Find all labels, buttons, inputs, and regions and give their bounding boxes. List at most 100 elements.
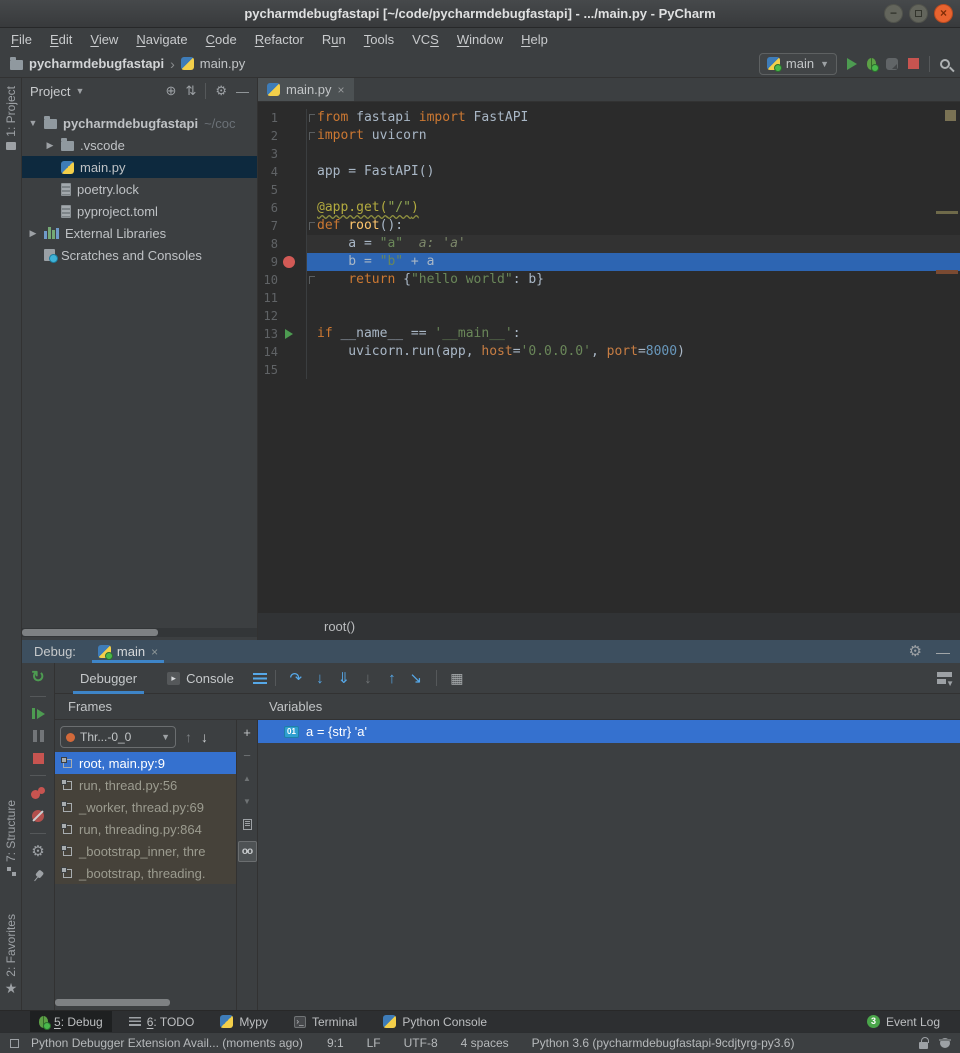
- collapse-all-icon[interactable]: ⇅: [185, 83, 196, 99]
- variable-row[interactable]: 01a = {str} 'a': [258, 720, 960, 743]
- toolwindow-button-event-log[interactable]: 3Event Log: [858, 1011, 952, 1033]
- chevron-down-icon[interactable]: ▼: [75, 86, 84, 96]
- sidebar-item-favorites[interactable]: 2: Favorites ★: [0, 914, 22, 994]
- hide-panel-icon[interactable]: —: [936, 644, 950, 660]
- toolwindow-button-6-todo[interactable]: 6: TODO: [120, 1011, 204, 1033]
- tree-item-main-py[interactable]: main.py: [22, 156, 257, 178]
- step-into-my-code-icon[interactable]: ⇓: [332, 669, 356, 687]
- maximize-icon[interactable]: [909, 4, 928, 23]
- tree-item-poetry-lock[interactable]: poetry.lock: [22, 178, 257, 200]
- code-line-5[interactable]: [307, 181, 960, 199]
- duplicate-watch-icon[interactable]: [243, 819, 252, 830]
- restore-layout-menu-icon[interactable]: [253, 673, 267, 684]
- debug-session-tab[interactable]: main ×: [92, 640, 164, 663]
- inspection-profile-icon[interactable]: [940, 1038, 950, 1048]
- indent-setting[interactable]: 4 spaces: [461, 1036, 509, 1050]
- tree-item-vscode[interactable]: ▶.vscode: [22, 134, 257, 156]
- rerun-icon[interactable]: ↻: [31, 671, 44, 685]
- next-frame-icon[interactable]: ↓: [201, 729, 208, 745]
- close-session-icon[interactable]: ×: [151, 645, 158, 659]
- lock-icon[interactable]: [919, 1042, 928, 1049]
- gear-icon[interactable]: ⚙: [909, 645, 922, 659]
- close-icon[interactable]: ×: [934, 4, 953, 23]
- line-separator[interactable]: LF: [367, 1036, 381, 1050]
- menu-item-code[interactable]: Code: [197, 32, 246, 47]
- breadcrumb-project[interactable]: pycharmdebugfastapi: [29, 56, 164, 71]
- code-line-3[interactable]: [307, 145, 960, 163]
- resume-program-icon[interactable]: [32, 708, 45, 719]
- frame-row-bootstrap-threading[interactable]: _bootstrap, threading.: [55, 862, 236, 884]
- code-line-11[interactable]: [307, 289, 960, 307]
- previous-frame-icon[interactable]: ↑: [185, 729, 192, 745]
- toolwindow-toggle-icon[interactable]: [10, 1039, 19, 1048]
- step-over-icon[interactable]: ↷: [284, 669, 308, 687]
- menu-item-run[interactable]: Run: [313, 32, 355, 47]
- code-line-4[interactable]: app = FastAPI(): [307, 163, 960, 181]
- code-editor[interactable]: 1from fastapi import FastAPI2import uvic…: [258, 103, 960, 613]
- run-to-cursor-icon[interactable]: ↘: [404, 669, 428, 687]
- show-watches-toggle-icon[interactable]: oo: [238, 841, 257, 862]
- code-line-2[interactable]: import uvicorn: [307, 127, 960, 145]
- horizontal-scrollbar[interactable]: [22, 628, 257, 637]
- breakpoint-stripe-mark[interactable]: [936, 270, 958, 274]
- view-breakpoints-icon[interactable]: [31, 787, 45, 799]
- move-down-icon[interactable]: ▼: [243, 796, 251, 808]
- frame-row-run-threading-py-864[interactable]: run, threading.py:864: [55, 818, 236, 840]
- chevron-right-icon[interactable]: ▶: [45, 140, 55, 151]
- code-line-15[interactable]: [307, 361, 960, 379]
- code-line-10[interactable]: return {"hello world": b}: [307, 271, 960, 289]
- search-icon[interactable]: [940, 59, 950, 69]
- settings-gear-icon[interactable]: ⚙: [31, 845, 44, 859]
- breakpoint-icon[interactable]: [283, 256, 295, 268]
- toolwindow-button-terminal[interactable]: ›_Terminal: [285, 1011, 366, 1033]
- menu-item-view[interactable]: View: [81, 32, 127, 47]
- menu-item-refactor[interactable]: Refactor: [246, 32, 313, 47]
- code-line-8[interactable]: a = "a" a: 'a': [307, 235, 960, 253]
- step-out-icon[interactable]: ↑: [380, 670, 404, 687]
- menu-item-navigate[interactable]: Navigate: [127, 32, 196, 47]
- run-button[interactable]: [847, 58, 857, 70]
- chevron-right-icon[interactable]: ▶: [28, 228, 38, 239]
- menu-item-window[interactable]: Window: [448, 32, 512, 47]
- tree-item-pycharmdebugfastapi[interactable]: ▼pycharmdebugfastapi~/coc: [22, 112, 257, 134]
- pin-tab-icon[interactable]: [30, 868, 47, 885]
- horizontal-scrollbar[interactable]: [55, 999, 170, 1006]
- tree-item-external-libraries[interactable]: ▶External Libraries: [22, 222, 257, 244]
- pause-program-icon[interactable]: [33, 730, 44, 742]
- tab-console[interactable]: ▸ Console: [156, 663, 245, 694]
- sidebar-item-project[interactable]: 1: Project: [0, 86, 22, 150]
- code-line-9[interactable]: b = "b" + a: [307, 253, 960, 271]
- tree-item-pyproject-toml[interactable]: pyproject.toml: [22, 200, 257, 222]
- fold-marker-icon[interactable]: [309, 132, 315, 140]
- stop-button[interactable]: [908, 58, 919, 69]
- tree-item-scratches-and-consoles[interactable]: Scratches and Consoles: [22, 244, 257, 266]
- tab-main-py[interactable]: main.py ×: [258, 78, 354, 101]
- tab-debugger[interactable]: Debugger: [69, 663, 148, 694]
- menu-item-edit[interactable]: Edit: [41, 32, 81, 47]
- toolwindow-button-5-debug[interactable]: 5: Debug: [30, 1011, 112, 1033]
- toolwindow-button-python-console[interactable]: Python Console: [374, 1011, 496, 1033]
- debug-button[interactable]: [867, 58, 876, 70]
- fold-marker-icon[interactable]: [309, 222, 315, 230]
- interpreter-info[interactable]: Python 3.6 (pycharmdebugfastapi-9cdjtyrg…: [532, 1036, 795, 1050]
- minimize-icon[interactable]: −: [884, 4, 903, 23]
- breadcrumb-file[interactable]: main.py: [200, 56, 246, 71]
- code-line-6[interactable]: @app.get("/"): [307, 199, 960, 217]
- frame-row-worker-thread-py-69[interactable]: _worker, thread.py:69: [55, 796, 236, 818]
- mute-breakpoints-icon[interactable]: [32, 810, 44, 822]
- fold-marker-icon[interactable]: [309, 276, 315, 284]
- locate-icon[interactable]: ⊕: [166, 83, 177, 99]
- menu-item-vcs[interactable]: VCS: [403, 32, 448, 47]
- code-line-7[interactable]: def root():: [307, 217, 960, 235]
- frame-row-run-thread-py-56[interactable]: run, thread.py:56: [55, 774, 236, 796]
- code-line-1[interactable]: from fastapi import FastAPI: [307, 109, 960, 127]
- chevron-down-icon[interactable]: ▼: [28, 118, 38, 128]
- force-step-into-icon[interactable]: ↓: [356, 670, 380, 687]
- code-line-13[interactable]: if __name__ == '__main__':: [307, 325, 960, 343]
- gear-icon[interactable]: ⚙: [215, 84, 227, 98]
- menu-item-file[interactable]: File: [2, 32, 41, 47]
- inspection-status-square[interactable]: [945, 110, 956, 121]
- step-into-icon[interactable]: ↓: [308, 670, 332, 687]
- run-line-icon[interactable]: [285, 329, 293, 339]
- run-config-selector[interactable]: main ▼: [759, 53, 837, 75]
